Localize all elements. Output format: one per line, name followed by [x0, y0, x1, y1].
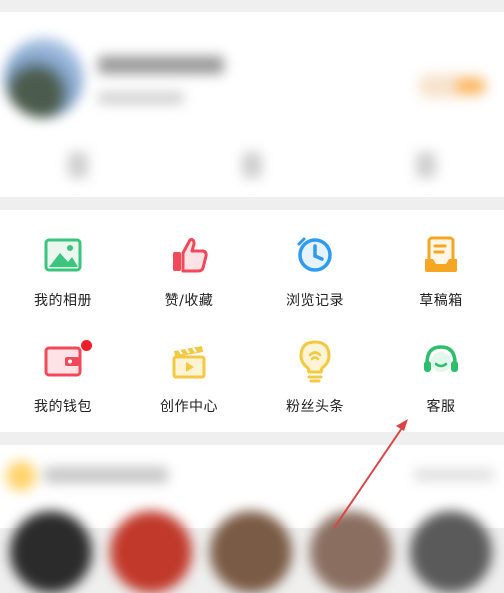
stat-icon-2[interactable]	[242, 152, 262, 178]
menu-item-album[interactable]: 我的相册	[0, 210, 126, 310]
draft-box-icon	[418, 232, 464, 278]
username-placeholder	[98, 56, 224, 74]
menu-label: 浏览记录	[286, 293, 344, 309]
menu-item-fans-headline[interactable]: 粉丝头条	[252, 316, 378, 416]
thumb-avatar-3[interactable]	[210, 511, 292, 593]
menu-label: 草稿箱	[419, 293, 463, 309]
menu-item-creator-center[interactable]: 创作中心	[126, 316, 252, 416]
menu-item-history[interactable]: 浏览记录	[252, 210, 378, 310]
thumb-avatar-2[interactable]	[110, 511, 192, 593]
user-subtitle-placeholder	[98, 92, 184, 104]
menu-item-drafts[interactable]: 草稿箱	[378, 210, 504, 310]
menu-label: 客服	[426, 399, 456, 415]
thumbs-up-icon	[166, 232, 212, 278]
headset-icon	[418, 338, 464, 384]
menu-item-customer-service[interactable]: 客服	[378, 316, 504, 416]
notification-dot	[81, 340, 92, 351]
menu-label: 我的相册	[34, 293, 92, 309]
avatar[interactable]	[4, 38, 84, 118]
menu-label: 创作中心	[160, 399, 218, 415]
thumb-avatar-1[interactable]	[10, 511, 92, 593]
stat-icon-1[interactable]	[68, 152, 88, 178]
function-grid: 我的相册 赞/收藏 浏览记录 草稿箱 我的钱包 创作中心 粉丝头条 客服	[0, 210, 504, 432]
menu-label: 我的钱包	[34, 399, 92, 415]
menu-label: 粉丝头条	[286, 399, 344, 415]
stat-icon-3[interactable]	[416, 152, 436, 178]
recommend-card[interactable]	[0, 445, 504, 593]
section-more-placeholder[interactable]	[414, 469, 494, 481]
lightbulb-icon	[292, 338, 338, 384]
menu-item-wallet[interactable]: 我的钱包	[0, 316, 126, 416]
thumb-avatar-4[interactable]	[310, 511, 392, 593]
photo-album-icon	[40, 232, 86, 278]
menu-label: 赞/收藏	[164, 293, 214, 309]
clapperboard-icon	[166, 338, 212, 384]
vip-pill-highlight	[456, 80, 484, 92]
menu-item-likes[interactable]: 赞/收藏	[126, 210, 252, 310]
section-icon	[6, 461, 36, 491]
profile-card[interactable]	[0, 12, 504, 197]
clock-history-icon	[292, 232, 338, 278]
wallet-icon	[40, 338, 92, 384]
thumb-avatar-5[interactable]	[410, 511, 492, 593]
section-title-placeholder	[44, 467, 168, 483]
